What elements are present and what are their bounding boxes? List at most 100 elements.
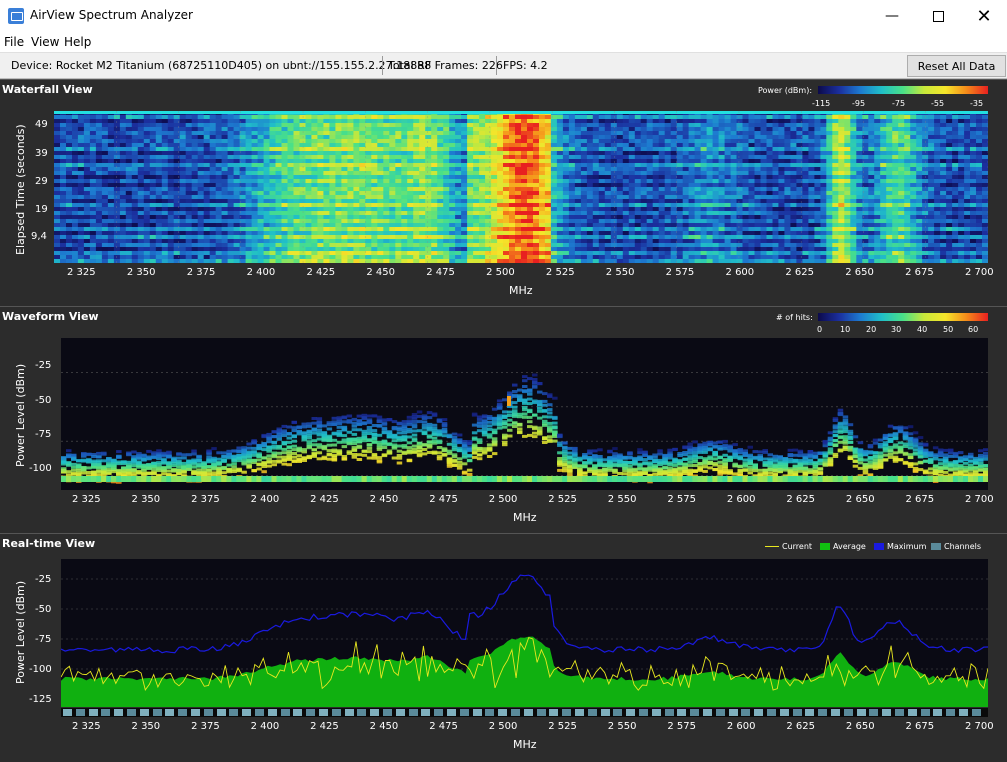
channel-marker: [921, 709, 930, 716]
menu-help[interactable]: Help: [64, 35, 91, 49]
menu-bar: File View Help: [0, 32, 1007, 53]
channel-marker: [153, 709, 162, 716]
xtick-label: 2 700: [965, 267, 994, 278]
channel-marker: [268, 709, 277, 716]
channel-marker: [63, 709, 72, 716]
hits-tick: 20: [866, 325, 876, 334]
xtick-label: 2 425: [310, 494, 339, 505]
channel-marker: [293, 709, 302, 716]
xtick-label: 2 600: [727, 721, 756, 732]
xtick-label: 2 500: [489, 494, 518, 505]
channel-marker: [933, 709, 942, 716]
power-tick: -35: [970, 99, 983, 108]
xtick-label: 2 350: [132, 494, 161, 505]
reset-all-data-button[interactable]: Reset All Data: [907, 55, 1006, 77]
xtick-label: 2 325: [72, 494, 101, 505]
maximize-button[interactable]: [915, 0, 961, 32]
channel-marker: [127, 709, 136, 716]
channel-marker: [959, 709, 968, 716]
channel-marker: [498, 709, 507, 716]
xtick-label: 2 525: [548, 721, 577, 732]
channel-marker: [677, 709, 686, 716]
xtick-label: 2 325: [72, 721, 101, 732]
waterfall-ytick: 9,4: [31, 231, 47, 242]
channel-marker: [908, 709, 917, 716]
legend-current: Current: [765, 542, 812, 551]
waveform-xlabel: MHz: [513, 511, 537, 524]
channel-marker: [473, 709, 482, 716]
xtick-label: 2 500: [489, 721, 518, 732]
xtick-label: 2 550: [608, 721, 637, 732]
xtick-label: 2 400: [247, 267, 276, 278]
channel-marker: [626, 709, 635, 716]
channel-marker: [229, 709, 238, 716]
legend-channels: Channels: [931, 542, 981, 551]
xtick-label: 2 625: [786, 721, 815, 732]
channel-marker: [844, 709, 853, 716]
channel-marker: [703, 709, 712, 716]
xtick-label: 2 600: [726, 267, 755, 278]
xtick-label: 2 550: [608, 494, 637, 505]
legend-maximum-label: Maximum: [887, 542, 926, 551]
minimize-button[interactable]: —: [869, 0, 915, 32]
waveform-plot[interactable]: [61, 338, 988, 490]
waveform-ytick: -50: [35, 395, 51, 406]
hits-legend-label: # of hits:: [776, 313, 813, 322]
legend-current-label: Current: [782, 542, 812, 551]
channel-marker: [549, 709, 558, 716]
waveform-ytick: -100: [29, 463, 52, 474]
average-swatch: [820, 543, 830, 550]
channel-marker: [524, 709, 533, 716]
menu-file[interactable]: File: [4, 35, 24, 49]
channel-marker: [601, 709, 610, 716]
channel-marker: [485, 709, 494, 716]
channel-marker: [242, 709, 251, 716]
xtick-label: 2 700: [965, 494, 994, 505]
xtick-label: 2 700: [965, 721, 994, 732]
close-button[interactable]: ✕: [961, 0, 1007, 32]
xtick-label: 2 350: [127, 267, 156, 278]
channel-marker: [511, 709, 520, 716]
channel-marker: [831, 709, 840, 716]
title-bar: AirView Spectrum Analyzer — ✕: [0, 0, 1007, 32]
xtick-label: 2 525: [548, 494, 577, 505]
hits-tick: 10: [840, 325, 850, 334]
channel-marker: [537, 709, 546, 716]
channel-marker: [370, 709, 379, 716]
channel-marker: [562, 709, 571, 716]
channel-marker: [729, 709, 738, 716]
xtick-label: 2 625: [786, 494, 815, 505]
xtick-label: 2 500: [486, 267, 515, 278]
xtick-label: 2 400: [251, 721, 280, 732]
menu-view[interactable]: View: [31, 35, 59, 49]
channel-marker: [140, 709, 149, 716]
xtick-label: 2 625: [785, 267, 814, 278]
xtick-label: 2 425: [310, 721, 339, 732]
waterfall-svg: [54, 111, 988, 263]
channel-marker: [204, 709, 213, 716]
xtick-label: 2 475: [426, 267, 455, 278]
channel-marker: [396, 709, 405, 716]
realtime-ytick: -50: [35, 604, 51, 615]
current-swatch: [765, 546, 779, 547]
legend-average-label: Average: [833, 542, 866, 551]
channel-marker: [652, 709, 661, 716]
realtime-svg: [61, 559, 988, 707]
channel-marker: [255, 709, 264, 716]
power-tick: -75: [892, 99, 905, 108]
waterfall-plot[interactable]: [54, 111, 988, 263]
realtime-ytick: -100: [29, 664, 52, 675]
hits-tick: 60: [968, 325, 978, 334]
channel-marker: [191, 709, 200, 716]
waterfall-ytick: 19: [35, 204, 48, 215]
xtick-label: 2 525: [546, 267, 575, 278]
maximum-swatch: [874, 543, 884, 550]
channel-marker: [588, 709, 597, 716]
xtick-label: 2 650: [846, 721, 875, 732]
realtime-ytick: -25: [35, 574, 51, 585]
xtick-label: 2 375: [191, 494, 220, 505]
realtime-plot[interactable]: [61, 559, 988, 707]
channel-marker: [421, 709, 430, 716]
fps-readout: FPS: 4.2: [503, 59, 548, 72]
channel-marker: [895, 709, 904, 716]
